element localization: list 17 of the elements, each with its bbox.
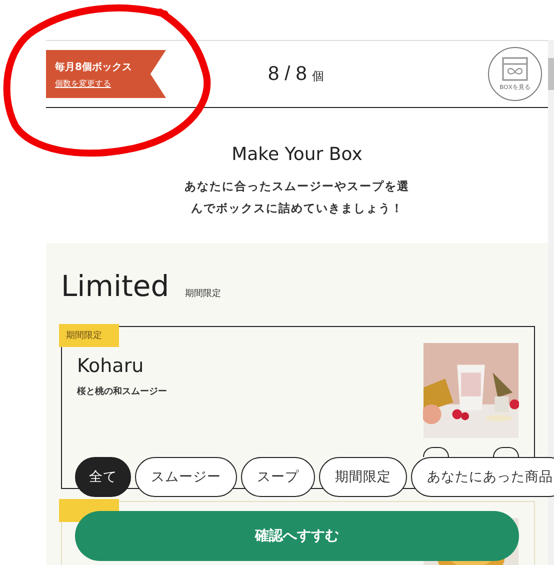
box-icon: [502, 56, 528, 80]
filter-chip[interactable]: 期間限定: [319, 457, 407, 497]
plan-title: 毎月8個ボックス: [55, 60, 133, 74]
box-count: 8 / 8: [268, 62, 307, 86]
section-title: Limited: [61, 269, 170, 303]
section-subtitle: 期間限定: [185, 288, 222, 300]
confirm-button[interactable]: 確認へすすむ: [75, 511, 519, 561]
product-name: Koharu: [77, 355, 145, 377]
page-title: Make Your Box: [230, 144, 364, 165]
filter-chip[interactable]: スムージー: [135, 457, 237, 497]
filter-chip[interactable]: あなたにあった商品: [411, 457, 554, 497]
change-count-link[interactable]: 個数を変更する: [55, 78, 166, 88]
product-card[interactable]: 期間限定 Koharu 桜と桃の和スムージー: [61, 326, 535, 454]
product-description: 桜と桃の和スムージー: [77, 385, 167, 398]
limited-tag: 期間限定: [59, 324, 119, 347]
count-unit: 個: [312, 68, 324, 84]
intro-text: あなたに合ったスムージーやスープを選んでボックスに詰めていきましょう！: [184, 178, 410, 217]
